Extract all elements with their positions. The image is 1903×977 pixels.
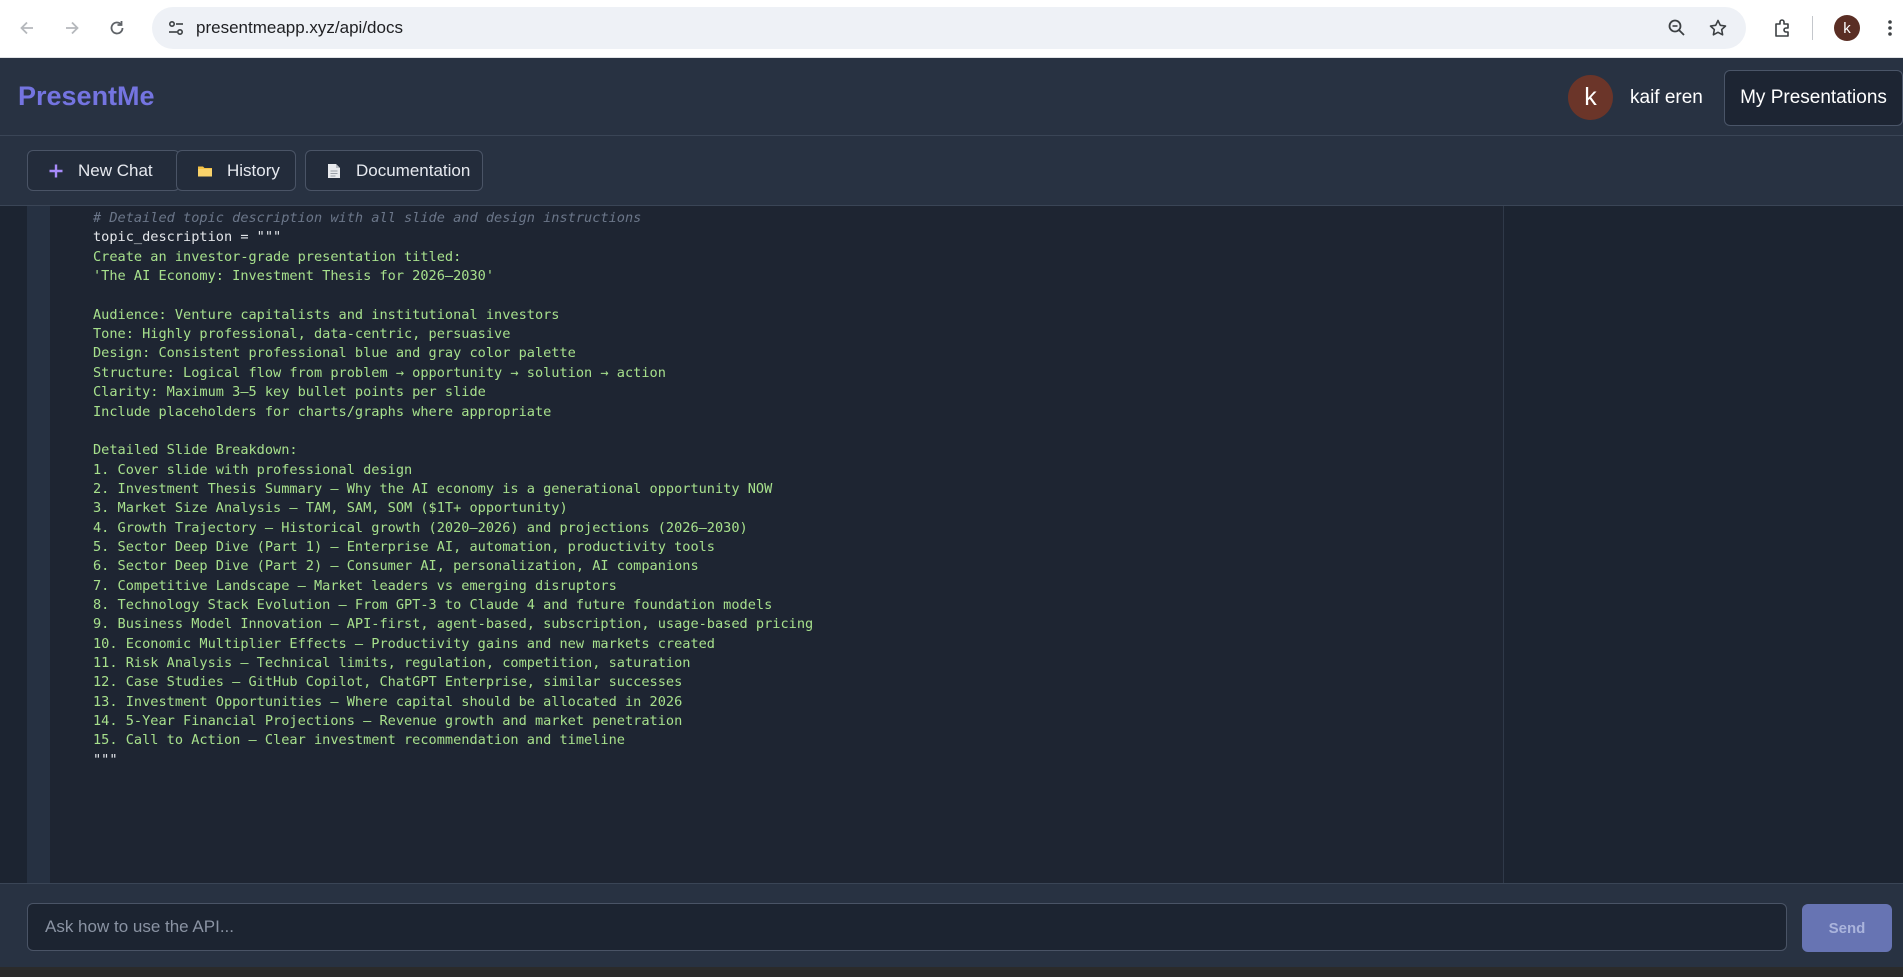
folder-icon [197, 163, 213, 179]
code-line: 4. Growth Trajectory – Historical growth… [93, 519, 748, 536]
history-label: History [227, 160, 280, 180]
window-bottom-edge [0, 967, 1903, 977]
app-header: PresentMe k kaif eren My Presentations [0, 58, 1903, 136]
code-line: 15. Call to Action – Clear investment re… [93, 732, 625, 749]
code-line: Audience: Venture capitalists and instit… [93, 306, 560, 323]
forward-icon[interactable] [58, 14, 86, 42]
code-line: 11. Risk Analysis – Technical limits, re… [93, 655, 691, 672]
bookmark-star-icon[interactable] [1707, 17, 1729, 39]
plus-icon [48, 163, 64, 179]
send-button[interactable]: Send [1802, 904, 1892, 952]
code-line: # Detailed topic description with all sl… [93, 210, 642, 226]
code-line: 8. Technology Stack Evolution – From GPT… [93, 597, 773, 613]
user-name: kaif eren [1630, 87, 1703, 108]
code-line: 3. Market Size Analysis – TAM, SAM, SOM … [93, 500, 568, 517]
code-line: topic_description = """ [93, 229, 282, 246]
browser-toolbar: presentmeapp.xyz/api/docs k [0, 0, 1903, 58]
documentation-label: Documentation [356, 160, 471, 180]
code-line: """ [93, 751, 118, 768]
code-line: Detailed Slide Breakdown: [93, 442, 298, 459]
code-line: Tone: Highly professional, data-centric,… [93, 326, 511, 343]
my-presentations-button[interactable]: My Presentations [1724, 70, 1903, 126]
new-chat-button[interactable]: New Chat [27, 150, 180, 191]
extensions-icon[interactable] [1768, 14, 1796, 42]
toolbar-divider [1812, 16, 1813, 40]
history-button[interactable]: History [176, 150, 296, 191]
code-line: Structure: Logical flow from problem → o… [93, 364, 666, 381]
docs-panel: # Detailed topic description with all sl… [27, 206, 1507, 883]
code-line: 9. Business Model Innovation – API-first… [93, 616, 814, 633]
browser-profile-avatar[interactable]: k [1834, 15, 1860, 41]
ask-api-input[interactable] [27, 903, 1787, 951]
code-line: 'The AI Economy: Investment Thesis for 2… [93, 268, 495, 285]
left-gutter [0, 206, 27, 883]
chat-input-bar: Send [0, 883, 1903, 967]
code-line: 10. Economic Multiplier Effects – Produc… [93, 635, 715, 652]
site-settings-icon[interactable] [166, 18, 186, 38]
code-line: Design: Consistent professional blue and… [93, 345, 576, 362]
code-line: 7. Competitive Landscape – Market leader… [93, 577, 617, 594]
code-line: 13. Investment Opportunities – Where cap… [93, 693, 683, 710]
code-line: 1. Cover slide with professional design [93, 461, 413, 478]
zoom-icon[interactable] [1666, 17, 1688, 39]
code-line: 14. 5-Year Financial Projections – Reven… [93, 713, 683, 730]
content-area: # Detailed topic description with all sl… [0, 206, 1903, 883]
reload-icon[interactable] [103, 14, 131, 42]
new-chat-label: New Chat [78, 160, 153, 180]
action-toolbar: New Chat History Documentation [0, 136, 1903, 206]
back-icon[interactable] [13, 14, 41, 42]
code-line: Clarity: Maximum 3–5 key bullet points p… [93, 384, 486, 401]
code-line: 6. Sector Deep Dive (Part 2) – Consumer … [93, 558, 699, 575]
user-avatar[interactable]: k [1568, 75, 1613, 120]
code-line: Create an investor-grade presentation ti… [93, 248, 462, 265]
right-sidebar [1503, 206, 1903, 883]
browser-menu-icon[interactable] [1880, 14, 1900, 42]
code-line: 2. Investment Thesis Summary – Why the A… [93, 480, 773, 497]
url-text[interactable]: presentmeapp.xyz/api/docs [196, 18, 403, 38]
app-logo[interactable]: PresentMe [18, 80, 155, 112]
code-line: Include placeholders for charts/graphs w… [93, 403, 552, 420]
address-bar[interactable]: presentmeapp.xyz/api/docs [152, 7, 1746, 49]
code-block: # Detailed topic description with all sl… [50, 206, 1507, 883]
document-icon [326, 163, 342, 179]
code-line: 5. Sector Deep Dive (Part 1) – Enterpris… [93, 538, 715, 555]
documentation-button[interactable]: Documentation [305, 150, 483, 191]
code-line: 12. Case Studies – GitHub Copilot, ChatG… [93, 674, 683, 691]
